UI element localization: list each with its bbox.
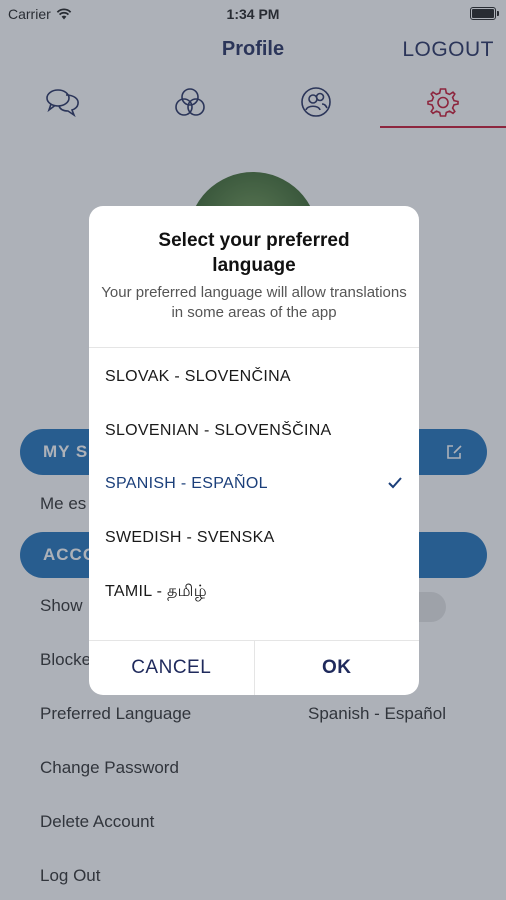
language-option-spanish[interactable]: SPANISH - ESPAÑOL	[89, 458, 419, 512]
ok-button[interactable]: OK	[253, 641, 420, 695]
language-option-slovak[interactable]: SLOVAK - SLOVENČINA	[89, 350, 419, 404]
language-option-label: SLOVAK - SLOVENČINA	[105, 367, 291, 385]
language-option-slovenian[interactable]: SLOVENIAN - SLOVENŠČINA	[89, 404, 419, 458]
dialog-message: Your preferred language will allow trans…	[101, 284, 407, 321]
cancel-button[interactable]: CANCEL	[89, 641, 254, 695]
language-option-label: TAMIL - தமிழ்	[105, 583, 207, 601]
language-list: SLOVAK - SLOVENČINA SLOVENIAN - SLOVENŠČ…	[89, 350, 419, 619]
language-option-label: SLOVENIAN - SLOVENŠČINA	[105, 421, 332, 439]
language-option-swedish[interactable]: SWEDISH - SVENSKA	[89, 511, 419, 565]
dialog-button-row: CANCEL OK	[89, 640, 419, 695]
dialog-title: Select your preferred language	[158, 230, 350, 276]
language-option-label: SPANISH - ESPAÑOL	[105, 475, 268, 493]
dialog-divider	[89, 347, 419, 348]
language-option-label: SWEDISH - SVENSKA	[105, 529, 275, 547]
language-option-tamil[interactable]: TAMIL - தமிழ்	[89, 565, 419, 619]
language-dialog: Select your preferred language Your pref…	[89, 206, 419, 695]
checkmark-icon	[388, 476, 402, 489]
